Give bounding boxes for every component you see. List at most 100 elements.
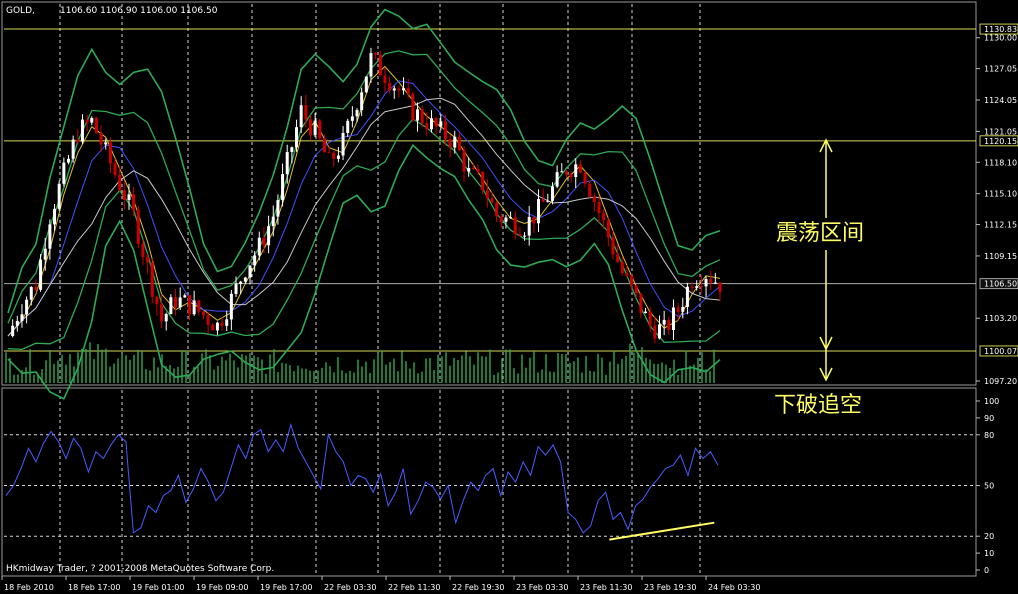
candle-body-1	[15, 320, 19, 326]
candle-body-28	[141, 244, 145, 258]
candle-body-4	[29, 287, 33, 300]
candle-body-110	[523, 235, 527, 237]
candle-body-86	[411, 93, 415, 121]
candle-body-53	[257, 237, 261, 256]
osc-tick-label-0: 100	[984, 397, 999, 406]
candle-body-142	[671, 307, 675, 331]
candle-body-139	[658, 324, 662, 339]
candle-body-10	[57, 183, 61, 209]
candle-body-107	[509, 217, 513, 219]
candle-body-151	[713, 282, 717, 284]
candle-body-19	[99, 133, 103, 145]
candle-body-96	[457, 136, 461, 151]
time-tick-label-3: 19 Feb 09:00	[196, 583, 248, 592]
candle-body-126	[597, 201, 601, 214]
candle-body-22	[113, 163, 117, 175]
candle-body-85	[406, 88, 410, 94]
candle-body-32	[160, 304, 164, 322]
candle-body-88	[420, 109, 424, 124]
candle-body-102	[485, 190, 489, 199]
time-tick-label-6: 22 Feb 11:30	[388, 583, 440, 592]
symbol-label: GOLD,	[6, 6, 35, 16]
price-panel	[1, 1, 977, 386]
candle-body-92	[439, 121, 443, 127]
candle-body-31	[155, 296, 159, 305]
candle-body-13	[71, 139, 75, 159]
candle-body-127	[602, 213, 606, 221]
candle-body-122	[578, 164, 582, 173]
candle-body-56	[271, 216, 275, 227]
candle-body-103	[490, 198, 494, 203]
candle-body-45	[220, 322, 224, 326]
candle-body-95	[453, 136, 457, 148]
candle-body-101	[481, 171, 485, 191]
candle-body-61	[295, 127, 299, 148]
candle-body-24	[122, 190, 126, 201]
candle-body-34	[169, 297, 173, 315]
time-tick-label-10: 23 Feb 19:30	[644, 583, 696, 592]
candle-body-100	[476, 168, 480, 172]
candle-body-35	[174, 297, 178, 308]
time-tick-label-8: 23 Feb 03:30	[516, 583, 568, 592]
price-tag-label-0: 1130.83	[984, 25, 1017, 34]
candle-body-36	[178, 297, 182, 308]
time-tick-label-5: 22 Feb 03:30	[324, 583, 376, 592]
candle-body-49	[239, 281, 243, 284]
candle-body-131	[620, 261, 624, 274]
time-axis: 18 Feb 2010 18 Feb 17:00 19 Feb 01:00 19 Fe…	[1, 576, 760, 592]
candle-body-6	[39, 259, 43, 290]
candle-body-105	[499, 216, 503, 222]
candle-body-55	[267, 226, 271, 246]
candle-body-113	[537, 199, 541, 224]
candle-body-120	[569, 174, 573, 178]
price-tick-label-5: 1115.10	[984, 190, 1017, 199]
candle-body-108	[513, 217, 517, 235]
candle-body-0	[11, 325, 15, 336]
candle-body-14	[76, 139, 80, 142]
candle-body-141	[667, 320, 671, 331]
candle-body-74	[355, 110, 359, 117]
candle-body-26	[132, 194, 136, 210]
candle-body-30	[150, 262, 154, 297]
candle-body-52	[253, 255, 257, 266]
osc-tick-label-4: 20	[984, 532, 994, 541]
time-tick-label-4: 19 Feb 17:00	[260, 583, 312, 592]
candle-body-90	[429, 118, 433, 130]
price-tick-label-7: 1109.15	[984, 252, 1017, 261]
candle-body-132	[625, 273, 629, 276]
candle-body-73	[350, 116, 354, 121]
osc-tick-label-1: 90	[984, 414, 994, 423]
candle-body-82	[392, 88, 396, 91]
oscillator-axis: 10090805020100	[976, 397, 999, 575]
candle-body-147	[695, 286, 699, 288]
price-tag-label-3: 1100.07	[984, 347, 1017, 356]
candle-body-84	[402, 88, 406, 91]
candle-body-75	[360, 92, 364, 111]
candle-body-2	[20, 314, 24, 321]
candle-body-63	[304, 105, 308, 120]
copyright-label: HKmidway Trader, ? 2001-2008 MetaQuotes …	[6, 564, 274, 574]
candle-body-129	[611, 237, 615, 255]
gold-chart: GOLD, 1106.60 1106.90 1106.00 1106.50 HK…	[1, 1, 1018, 592]
candle-body-62	[299, 105, 303, 128]
candle-body-50	[243, 277, 247, 282]
candle-body-67	[322, 138, 326, 153]
candle-body-138	[653, 325, 657, 339]
time-tick-label-0: 18 Feb 2010	[4, 583, 54, 592]
candle-body-47	[229, 293, 233, 320]
candle-body-23	[118, 174, 122, 191]
candle-body-40	[197, 300, 201, 312]
candle-body-112	[532, 216, 536, 224]
candle-body-78	[374, 53, 378, 55]
candle-body-12	[66, 158, 70, 163]
candle-body-60	[290, 147, 294, 153]
price-tick-label-0: 1130.00	[984, 34, 1017, 43]
time-tick-label-1: 18 Feb 17:00	[68, 583, 120, 592]
candle-body-64	[308, 119, 312, 136]
candle-body-33	[164, 314, 168, 322]
osc-tick-label-6: 0	[984, 566, 989, 575]
candle-body-118	[560, 171, 564, 173]
time-tick-label-7: 22 Feb 19:30	[452, 583, 504, 592]
candle-body-146	[690, 286, 694, 288]
candle-body-140	[662, 320, 666, 325]
